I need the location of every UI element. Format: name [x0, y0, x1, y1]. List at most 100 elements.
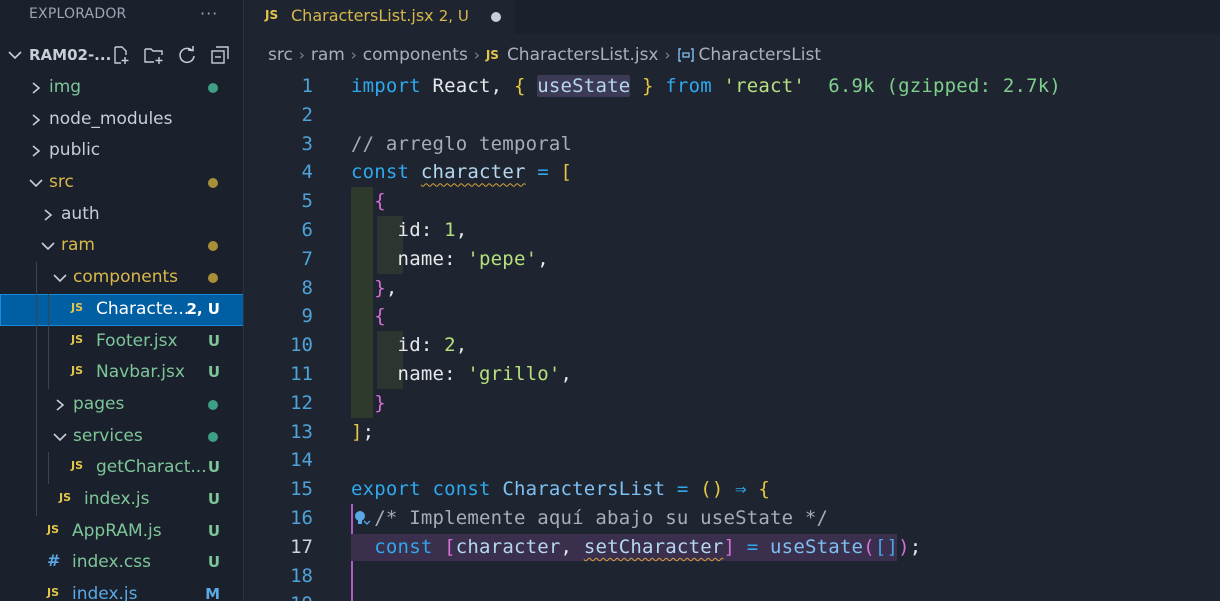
tree-folder[interactable]: ram	[0, 230, 243, 262]
git-status-badge: U	[207, 553, 220, 572]
new-file-icon[interactable]	[110, 44, 132, 66]
code-line[interactable]: 3 // arreglo temporal	[245, 130, 1220, 159]
project-header[interactable]: RAM02-...	[0, 40, 243, 72]
tree-folder[interactable]: img	[0, 72, 243, 104]
code-editor[interactable]: 1 import React, { useState } from 'react'…	[245, 72, 1220, 601]
collapse-all-icon[interactable]	[209, 44, 231, 66]
tree-folder[interactable]: components	[0, 262, 243, 294]
tab-label: CharactersList.jsx	[291, 6, 434, 25]
js-file-icon: JS	[485, 48, 499, 62]
line-number: 9	[301, 305, 313, 328]
code-text: {	[374, 305, 386, 328]
js-file-icon: JS	[59, 490, 72, 504]
tree-file[interactable]: # index.css U	[0, 547, 243, 579]
tree-folder[interactable]: src	[0, 167, 243, 199]
code-line[interactable]: 8 },	[245, 274, 1220, 303]
explorer-title: EXPLORADOR	[29, 6, 127, 22]
code-line[interactable]: 11 name: 'grillo',	[245, 360, 1220, 389]
chevron-right-icon: ›	[298, 46, 305, 64]
breadcrumb-item-file[interactable]: CharactersList.jsx	[507, 45, 659, 65]
chevron-right-icon	[44, 209, 53, 221]
breadcrumb-item-src[interactable]: src	[268, 45, 293, 65]
code-line[interactable]: 16 /* Implemente aquí abajo su useState …	[245, 504, 1220, 533]
code-text: const [character, setCharacter] = useSta…	[374, 535, 922, 558]
code-text: const character = [	[351, 161, 573, 184]
tree-file[interactable]: JS index.js M	[0, 579, 243, 601]
git-status-dot	[208, 241, 218, 252]
chevron-down-icon	[8, 51, 22, 60]
code-line[interactable]: 1 import React, { useState } from 'react'…	[245, 72, 1220, 101]
line-number: 10	[290, 334, 313, 357]
chevron-down-icon	[41, 242, 55, 251]
tree-folder[interactable]: public	[0, 135, 243, 167]
code-text: export const CharactersList = () ⇒ {	[351, 478, 771, 501]
code-text: // arreglo temporal	[351, 132, 573, 155]
code-line[interactable]: 4 const character = [	[245, 158, 1220, 187]
code-line[interactable]: 7 name: 'pepe',	[245, 245, 1220, 274]
tree-item-label: index.js	[84, 488, 150, 509]
tree-file[interactable]: JS Navbar.jsx U	[0, 357, 243, 389]
indent-guide	[36, 388, 37, 421]
tree-file[interactable]: JS Characte... 2, U	[0, 293, 243, 326]
tree-folder[interactable]: pages	[0, 388, 243, 421]
line-number: 14	[290, 449, 313, 472]
indent-guide	[36, 293, 37, 326]
chevron-right-icon: ›	[664, 46, 671, 64]
ellipsis-icon[interactable]: ···	[200, 4, 218, 23]
explorer-sidebar: EXPLORADOR ··· RAM02-... img node_modules…	[0, 0, 244, 601]
code-line[interactable]: 14	[245, 446, 1220, 475]
git-status-badge: M	[205, 585, 220, 601]
tab-characterslist[interactable]: JS CharactersList.jsx 2, U	[245, 0, 515, 34]
tree-item-label: auth	[61, 203, 100, 224]
line-number: 7	[301, 247, 313, 270]
indent-guide	[36, 325, 37, 358]
tree-item-label: getCharact...	[96, 457, 207, 478]
line-number: 13	[290, 420, 313, 443]
code-line[interactable]: 18	[245, 562, 1220, 591]
tree-folder[interactable]: node_modules	[0, 104, 243, 136]
code-line[interactable]: 15 export const CharactersList = () ⇒ {	[245, 475, 1220, 504]
tree-folder[interactable]: auth	[0, 199, 243, 231]
tree-file[interactable]: JS Footer.jsx U	[0, 325, 243, 358]
code-line[interactable]: 10 id: 2,	[245, 331, 1220, 360]
tree-file[interactable]: JS AppRAM.js U	[0, 516, 243, 548]
breadcrumb-item-symbol[interactable]: CharactersList	[699, 45, 822, 65]
code-text: name: 'grillo',	[351, 363, 573, 385]
code-line[interactable]: 2	[245, 101, 1220, 130]
line-number: 5	[301, 190, 313, 213]
tree-folder[interactable]: services	[0, 420, 243, 453]
code-line[interactable]: 5 {	[245, 187, 1220, 216]
refresh-icon[interactable]	[176, 44, 198, 66]
chevron-right-icon: ›	[350, 46, 357, 64]
line-number: 15	[290, 478, 313, 501]
js-file-icon: JS	[47, 522, 60, 536]
indent-guide	[36, 420, 37, 453]
tab-status: 2, U	[438, 7, 469, 25]
new-folder-icon[interactable]	[143, 44, 165, 66]
code-line[interactable]: 6 id: 1,	[245, 216, 1220, 245]
css-file-icon: #	[47, 551, 61, 571]
unsaved-dot-icon[interactable]	[491, 12, 501, 22]
symbol-variable-icon	[677, 48, 695, 62]
code-line[interactable]: 19	[245, 590, 1220, 601]
code-text: id: 2,	[351, 334, 468, 357]
indent-guide	[48, 325, 49, 358]
git-status-badge: U	[207, 489, 220, 508]
breadcrumb-item-components[interactable]: components	[363, 45, 468, 65]
line-number: 16	[290, 507, 313, 529]
git-status-dot	[208, 431, 218, 442]
git-status-badge: 2, U	[186, 299, 220, 318]
chevron-right-icon	[32, 145, 41, 157]
tree-file[interactable]: JS getCharact... U	[0, 452, 243, 484]
chevron-down-icon	[29, 179, 43, 188]
line-number: 6	[301, 219, 313, 241]
tree-file[interactable]: JS index.js U	[0, 483, 243, 516]
code-line[interactable]: 9 {	[245, 302, 1220, 331]
breadcrumb-item-ram[interactable]: ram	[311, 45, 345, 65]
code-line[interactable]: 13];	[245, 418, 1220, 447]
line-number: 12	[290, 391, 313, 414]
code-text: {	[374, 190, 386, 213]
tree-item-label: Navbar.jsx	[96, 362, 185, 383]
code-line[interactable]: 12 }	[245, 389, 1220, 418]
code-line[interactable]: 17 const [character, setCharacter] = use…	[245, 533, 1220, 562]
